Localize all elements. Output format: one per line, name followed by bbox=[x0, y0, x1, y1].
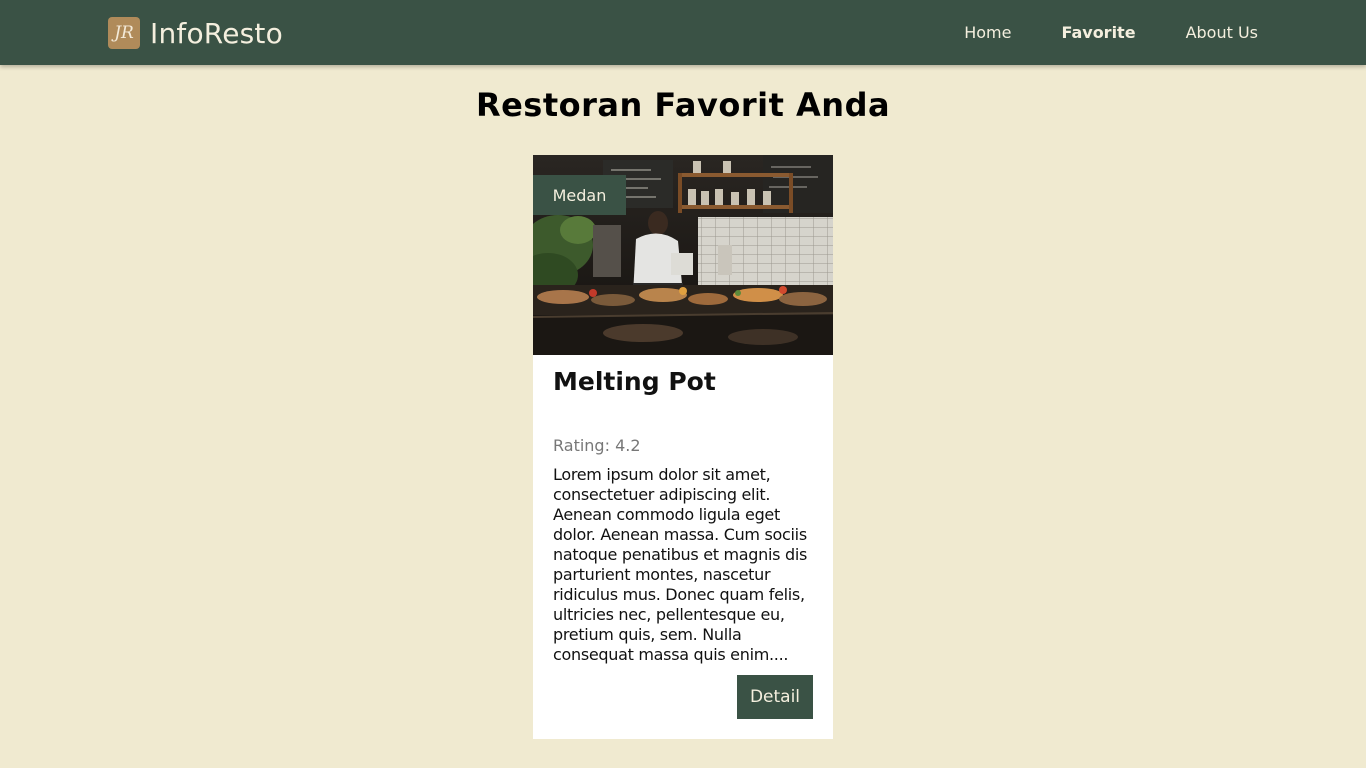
city-badge: Medan bbox=[533, 175, 626, 215]
brand[interactable]: JR InfoResto bbox=[108, 16, 283, 50]
restaurant-name: Melting Pot bbox=[553, 367, 716, 396]
brand-logo-icon: JR bbox=[108, 17, 140, 49]
detail-button[interactable]: Detail bbox=[737, 675, 813, 719]
nav-link-about-us[interactable]: About Us bbox=[1186, 23, 1258, 42]
restaurant-card: Medan Melting Pot Rating: 4.2 Lorem ipsu… bbox=[533, 155, 833, 739]
restaurant-description: Lorem ipsum dolor sit amet, consectetuer… bbox=[553, 465, 808, 664]
nav-link-home[interactable]: Home bbox=[964, 23, 1011, 42]
restaurant-rating: Rating: 4.2 bbox=[553, 436, 641, 455]
nav-link-favorite[interactable]: Favorite bbox=[1061, 23, 1135, 42]
brand-name: InfoResto bbox=[150, 16, 283, 50]
nav-menu: Home Favorite About Us bbox=[914, 0, 1258, 65]
restaurant-image: Medan bbox=[533, 155, 833, 355]
navbar: JR InfoResto Home Favorite About Us bbox=[0, 0, 1366, 65]
page-title: Restoran Favorit Anda bbox=[475, 86, 891, 124]
